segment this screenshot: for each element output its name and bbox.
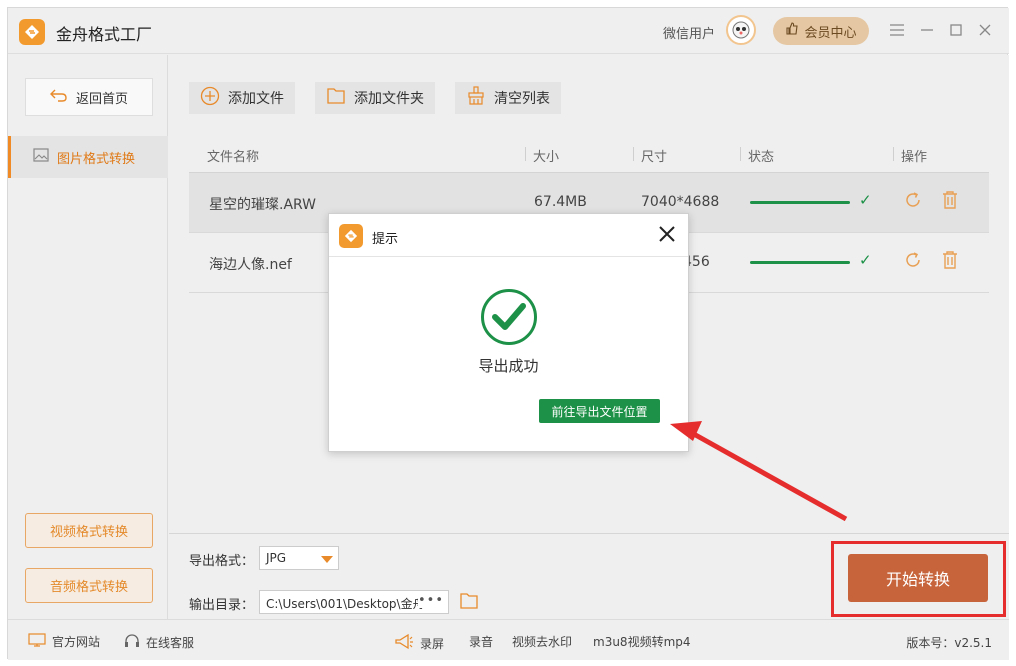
back-arrow-icon — [49, 88, 68, 106]
image-icon — [33, 148, 49, 166]
sidebar-item-image-convert[interactable]: 图片格式转换 — [8, 136, 168, 178]
more-icon[interactable]: ••• — [417, 593, 444, 608]
column-header-dimensions: 尺寸 — [641, 150, 668, 165]
avatar[interactable] — [726, 15, 756, 45]
refresh-icon[interactable] — [903, 190, 923, 215]
online-service-link[interactable]: 在线客服 — [124, 633, 194, 652]
video-convert-button[interactable]: 视频格式转换 — [25, 513, 153, 548]
format-select[interactable]: JPG — [259, 546, 339, 570]
dialog-header: 提示 — [329, 214, 688, 257]
progress-bar — [750, 261, 850, 264]
clear-list-button[interactable]: 清空列表 — [455, 82, 561, 114]
dialog-message: 导出成功 — [478, 357, 539, 375]
add-folder-button[interactable]: 添加文件夹 — [315, 82, 435, 114]
chevron-down-icon — [321, 556, 333, 563]
file-size: 67.4MB — [534, 194, 587, 210]
watermark-remove-link[interactable]: 视频去水印 — [512, 633, 572, 650]
app-logo-icon — [19, 19, 45, 45]
column-header-actions: 操作 — [901, 150, 928, 165]
open-output-folder-button[interactable]: 前往导出文件位置 — [539, 399, 660, 423]
column-divider — [525, 147, 526, 161]
minimize-icon[interactable] — [917, 20, 937, 40]
output-dir-value: C:\Users\001\Desktop\金舟 — [266, 597, 425, 611]
output-dir-field[interactable]: C:\Users\001\Desktop\金舟 ••• — [259, 590, 449, 614]
broom-icon — [466, 86, 486, 110]
user-name[interactable]: 微信用户 — [663, 23, 715, 42]
checkmark-icon: ✓ — [859, 191, 872, 209]
home-button-label: 返回首页 — [75, 91, 128, 107]
column-header-status: 状态 — [748, 150, 775, 165]
website-link[interactable]: 官方网站 — [28, 633, 100, 650]
trash-icon[interactable] — [940, 190, 960, 215]
title-bar: 金舟格式工厂 微信用户 会员中心 — [8, 8, 1009, 54]
headset-icon — [124, 633, 140, 652]
folder-icon — [326, 87, 346, 109]
version-label: 版本号：v2.5.1 — [906, 636, 992, 650]
website-label: 官方网站 — [52, 635, 101, 649]
success-check-icon — [481, 289, 537, 345]
file-name: 海边人像.nef — [209, 257, 292, 273]
sidebar: 返回首页 图片格式转换 视频格式转换 音频格式转换 — [8, 55, 168, 619]
add-folder-label: 添加文件夹 — [354, 91, 424, 107]
add-file-label: 添加文件 — [228, 91, 284, 107]
progress-bar — [750, 201, 850, 204]
format-label: 导出格式： — [189, 554, 255, 569]
m3u8-convert-link[interactable]: m3u8视频转mp4 — [593, 633, 691, 650]
sidebar-item-label: 图片格式转换 — [57, 151, 136, 167]
folder-open-icon[interactable] — [459, 592, 479, 614]
add-file-button[interactable]: 添加文件 — [189, 82, 295, 114]
app-title: 金舟格式工厂 — [56, 25, 153, 44]
online-service-label: 在线客服 — [146, 636, 195, 650]
dialog-close-icon[interactable] — [657, 224, 677, 249]
close-icon[interactable] — [975, 20, 995, 40]
thumbs-up-icon — [785, 22, 799, 40]
output-dir-label: 输出目录： — [189, 598, 255, 613]
output-settings: 导出格式： JPG 输出目录： C:\Users\001\Desktop\金舟 … — [169, 533, 1009, 619]
dialog-title: 提示 — [372, 232, 399, 247]
vip-center-button[interactable]: 会员中心 — [773, 17, 869, 45]
table-header: 文件名称 大小 尺寸 状态 操作 — [189, 135, 989, 173]
trash-icon[interactable] — [940, 250, 960, 275]
success-dialog: 提示 导出成功 前往导出文件位置 — [328, 213, 689, 452]
refresh-icon[interactable] — [903, 250, 923, 275]
checkmark-icon: ✓ — [859, 251, 872, 269]
monitor-icon — [28, 633, 46, 650]
audio-record-link[interactable]: 录音 — [469, 633, 493, 650]
status-bar: 官方网站 在线客服 录屏 录音 视频去水印 m3u8视频转mp4 版本号：v2.… — [8, 619, 1009, 660]
column-divider — [893, 147, 894, 161]
audio-convert-button[interactable]: 音频格式转换 — [25, 568, 153, 603]
app-logo-icon — [339, 224, 363, 248]
clear-list-label: 清空列表 — [494, 91, 550, 107]
screen-record-label: 录屏 — [420, 637, 445, 651]
column-header-name: 文件名称 — [207, 150, 260, 165]
plus-circle-icon — [200, 86, 220, 110]
menu-icon[interactable] — [887, 20, 907, 40]
vip-center-label: 会员中心 — [804, 25, 857, 41]
megaphone-icon — [394, 633, 414, 654]
start-convert-button[interactable]: 开始转换 — [848, 554, 988, 602]
file-name: 星空的璀璨.ARW — [209, 197, 317, 213]
file-dimensions: 7040*4688 — [641, 194, 720, 210]
column-divider — [633, 147, 634, 161]
column-header-size: 大小 — [533, 150, 560, 165]
home-button[interactable]: 返回首页 — [25, 78, 153, 116]
column-divider — [740, 147, 741, 161]
maximize-icon[interactable] — [946, 20, 966, 40]
screen-record-link[interactable]: 录屏 — [394, 633, 444, 654]
format-value: JPG — [266, 551, 287, 565]
